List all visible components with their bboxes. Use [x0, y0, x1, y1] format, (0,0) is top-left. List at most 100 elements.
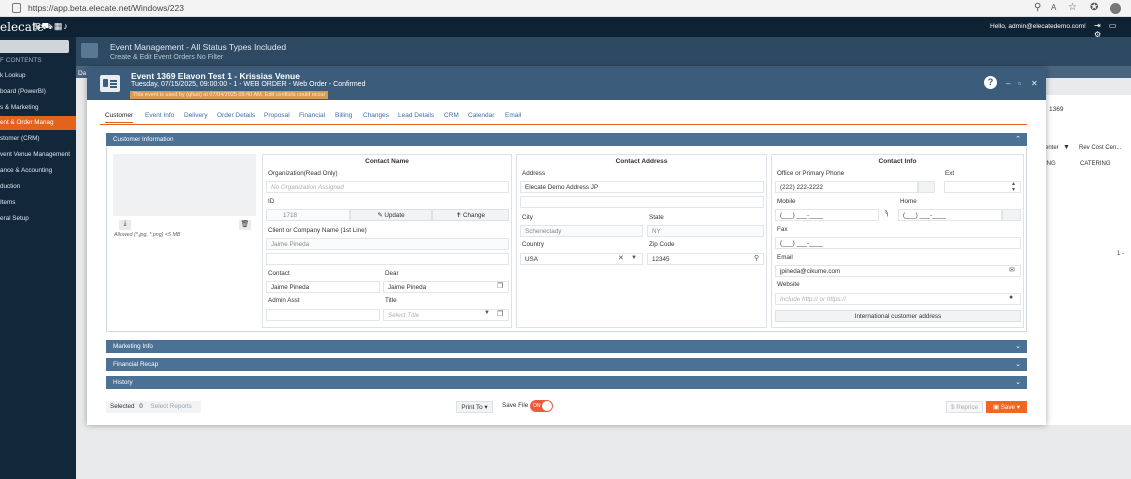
section-marketing-info[interactable]: Marketing Info ⌄ — [106, 340, 1027, 353]
sidebar-item[interactable]: board (PowerBI) — [0, 85, 76, 99]
customer-information-body: ⤓ 🗑 Allowed (*.jpg, *.png) <5 MB Contact… — [106, 147, 1027, 332]
background-grid: 1369 enter ▼ Rev Cost Cen... ING CATERIN… — [1045, 95, 1131, 425]
organization-label: Organization(Read Only) — [268, 170, 338, 177]
sidebar-item[interactable]: vent Venue Management — [0, 148, 76, 162]
address-field[interactable]: Elecate Demo Address JP — [520, 181, 764, 193]
tab-order-details[interactable]: Order Details — [217, 112, 255, 119]
save-file-toggle[interactable]: ON — [530, 400, 553, 412]
update-button[interactable]: ✎ Update — [350, 209, 432, 221]
contact-info-header: Contact Info — [878, 158, 917, 165]
chevron-down-icon[interactable]: ⌄ — [1015, 378, 1021, 386]
tab-event-info[interactable]: Event Info — [145, 112, 174, 119]
tab-lead-details[interactable]: Lead Details — [398, 112, 434, 119]
phone-type-button[interactable] — [918, 181, 935, 193]
sidebar-item[interactable]: s & Marketing — [0, 101, 76, 115]
country-select[interactable]: USA — [520, 253, 643, 265]
admin-asst-field[interactable] — [266, 309, 380, 321]
image-allowed-note: Allowed (*.jpg, *.png) <5 MB — [114, 232, 181, 238]
url-bar[interactable]: https://app.beta.elecate.net/Windows/223 — [28, 3, 184, 13]
modal-title: Event 1369 Elavon Test 1 - Krissias Venu… — [131, 71, 300, 81]
contact-address-panel: Contact Address Address Elecate Demo Add… — [516, 154, 767, 328]
section-customer-information[interactable]: Customer Information ⌃ — [106, 133, 1027, 146]
close-icon[interactable]: ✕ — [1031, 79, 1038, 88]
client-name-field[interactable]: Jaime Pineda — [266, 238, 509, 250]
help-button[interactable]: ? — [984, 76, 997, 89]
globe-icon[interactable]: ● — [1009, 294, 1013, 301]
change-button[interactable]: ✝ Change — [432, 209, 509, 221]
customer-image-placeholder[interactable] — [113, 154, 256, 216]
email-field[interactable]: jpineda@cikume.com — [775, 265, 1021, 277]
office-phone-field[interactable]: (222) 222-2222 — [775, 181, 918, 193]
mobile-field[interactable]: (___) ___-____ — [775, 209, 879, 221]
search-icon[interactable]: ⚲ — [754, 254, 759, 262]
reprice-button[interactable]: $ Reprice — [946, 401, 983, 413]
favorite-star-icon[interactable]: ☆ — [1068, 2, 1077, 13]
section-financial-recap[interactable]: Financial Recap ⌄ — [106, 358, 1027, 371]
tab-delivery[interactable]: Delivery — [184, 112, 207, 119]
client-label: Client or Company Name (1st Line) — [268, 227, 367, 234]
client-name-line2-field[interactable] — [266, 253, 509, 265]
copy-icon[interactable]: ❐ — [497, 310, 503, 318]
chevron-down-icon[interactable]: ▼ — [484, 310, 490, 316]
email-icon[interactable]: ✉ — [1009, 266, 1015, 274]
tab-proposal[interactable]: Proposal — [264, 112, 290, 119]
sidebar-item[interactable]: duction — [0, 180, 76, 194]
maximize-icon[interactable]: ▫ — [1018, 79, 1021, 88]
tab-email[interactable]: Email — [505, 112, 521, 119]
zoom-icon[interactable]: ⚲ — [1034, 2, 1041, 13]
background-search-value: 1369 — [1049, 106, 1064, 113]
sidebar-item-active[interactable]: ent & Order Manag — [0, 116, 76, 130]
upload-icon[interactable]: ⤓ — [119, 220, 131, 230]
selected-reports-box[interactable]: Selected 0 Select Reports — [106, 401, 201, 413]
sidebar-item[interactable]: k Lookup — [0, 69, 76, 83]
chevron-down-icon[interactable]: ⌄ — [1015, 342, 1021, 350]
filter-icon[interactable]: ▼ — [1063, 144, 1070, 151]
home-label: Home — [900, 198, 917, 205]
ext-field[interactable] — [944, 181, 1021, 193]
contact-field[interactable]: Jaime Pineda — [266, 281, 380, 293]
tab-financial[interactable]: Financial — [299, 112, 325, 119]
dear-field[interactable]: Jaime Pineda — [383, 281, 509, 293]
address-line2-field[interactable] — [520, 196, 764, 208]
print-to-button[interactable]: Print To ▾ — [456, 401, 493, 413]
background-cell: ING — [1045, 161, 1056, 167]
modal-footer: Selected 0 Select Reports Print To ▾ Sav… — [106, 399, 1027, 415]
tab-customer[interactable]: Customer — [105, 112, 134, 123]
international-address-button[interactable]: International customer address — [775, 310, 1021, 322]
tab-calendar[interactable]: Calendar — [468, 112, 494, 119]
home-type-button[interactable] — [1002, 209, 1021, 221]
sidebar-item[interactable]: Items — [0, 196, 76, 210]
sidebar-item[interactable]: eral Setup — [0, 212, 76, 226]
sidebar-item[interactable]: ance & Accounting — [0, 164, 76, 178]
read-aloud-icon[interactable]: A — [1051, 3, 1056, 12]
background-column-header: enter — [1045, 145, 1059, 151]
home-field[interactable]: (___) ___-____ — [898, 209, 1002, 221]
tab-billing[interactable]: Billing — [335, 112, 352, 119]
website-field[interactable]: Include http:// or https:// — [775, 293, 1021, 305]
fax-field[interactable]: (___) ___-____ — [775, 237, 1021, 249]
sidebar-item[interactable]: stomer (CRM) — [0, 132, 76, 146]
clear-icon[interactable]: ✕ — [618, 254, 624, 262]
delete-icon[interactable]: 🗑 — [239, 220, 251, 230]
zip-field[interactable]: 12345 — [647, 253, 764, 265]
section-history[interactable]: History ⌄ — [106, 376, 1027, 389]
background-column-header: Rev Cost Cen... — [1079, 145, 1122, 151]
chevron-down-icon[interactable]: ▼ — [631, 255, 637, 261]
tab-crm[interactable]: CRM — [444, 112, 459, 119]
title-select[interactable]: Select Title — [383, 309, 509, 321]
chevron-up-icon[interactable]: ⌃ — [1015, 135, 1021, 143]
header-shortcut-icons[interactable]: ⊞⛟▦♪ — [33, 21, 69, 33]
profile-avatar-icon[interactable] — [1110, 3, 1121, 14]
extensions-icon[interactable]: ✪ — [1090, 2, 1098, 13]
copy-icon[interactable]: ❐ — [497, 282, 503, 290]
spinner-icon[interactable]: ▴ ▾ — [1012, 181, 1015, 193]
section-title: Financial Recap — [113, 361, 159, 368]
save-button[interactable]: ▣ Save ▾ — [986, 401, 1027, 413]
change-label: Change — [462, 212, 486, 219]
sms-icon[interactable]: ϡ — [884, 210, 888, 217]
minimize-icon[interactable]: – — [1006, 79, 1010, 88]
chevron-down-icon[interactable]: ⌄ — [1015, 360, 1021, 368]
sidebar-search-input[interactable] — [0, 40, 69, 53]
background-fragment: Da — [78, 70, 87, 77]
tab-changes[interactable]: Changes — [363, 112, 389, 119]
